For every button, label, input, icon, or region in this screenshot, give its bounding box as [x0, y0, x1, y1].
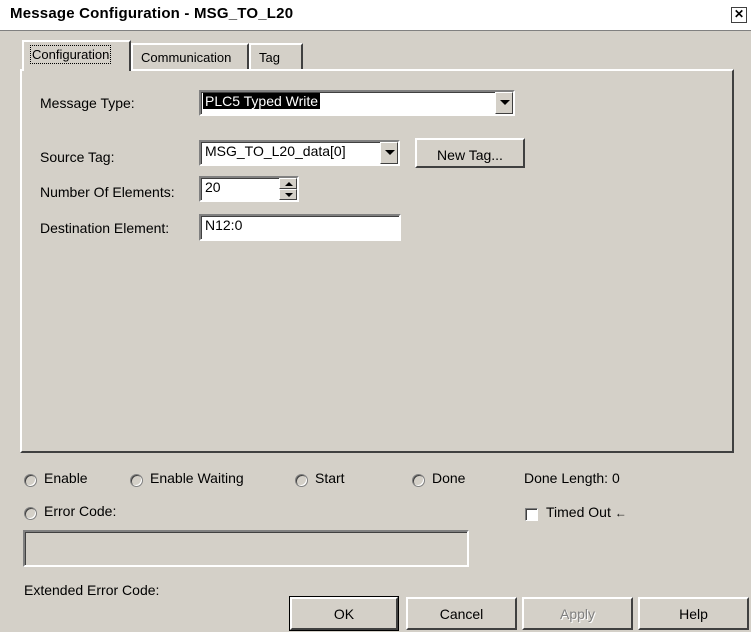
configuration-panel — [20, 69, 734, 453]
apply-button[interactable]: Apply — [522, 597, 633, 630]
help-button-label: Help — [679, 606, 708, 622]
spin-up-icon[interactable] — [279, 178, 297, 189]
destination-element-label: Destination Element: — [40, 220, 170, 236]
close-button[interactable]: ✕ — [731, 7, 747, 23]
done-label: Done — [432, 470, 466, 486]
spin-control[interactable] — [279, 178, 297, 200]
help-button[interactable]: Help — [638, 597, 749, 630]
start-indicator-icon — [295, 474, 308, 487]
arrow-left-icon: ← — [614, 506, 627, 520]
destination-element-field[interactable]: N12:0 — [199, 214, 401, 241]
cancel-button-label: Cancel — [439, 606, 484, 622]
error-code-indicator-icon — [24, 507, 37, 520]
tab-configuration-label: Configuration — [29, 45, 112, 64]
error-code-label: Error Code: — [44, 503, 117, 519]
number-of-elements-value: 20 — [205, 179, 221, 195]
source-tag-label: Source Tag: — [40, 149, 115, 165]
tab-configuration[interactable]: Configuration — [22, 40, 131, 71]
enable-label: Enable — [44, 470, 88, 486]
enable-indicator-icon — [24, 474, 37, 487]
title-bar: Message Configuration - MSG_TO_L20 ✕ — [0, 0, 751, 31]
enable-waiting-indicator-icon — [130, 474, 143, 487]
error-text-box — [23, 530, 469, 567]
tab-communication-label: Communication — [141, 50, 232, 65]
dropdown-arrow-icon[interactable] — [380, 142, 398, 164]
message-type-value: PLC5 Typed Write — [203, 93, 321, 109]
done-length-label: Done Length: 0 — [524, 470, 620, 486]
window-title: Message Configuration - MSG_TO_L20 — [10, 5, 294, 22]
apply-button-label: Apply — [559, 606, 596, 622]
tab-tag-label: Tag — [259, 50, 280, 65]
ok-button-label: OK — [333, 606, 355, 622]
start-label: Start — [315, 470, 345, 486]
close-icon: ✕ — [733, 7, 745, 21]
extended-error-code-label: Extended Error Code: — [24, 582, 160, 598]
tab-tag[interactable]: Tag — [249, 43, 303, 69]
timed-out-label: Timed Out ← — [546, 504, 627, 520]
done-indicator-icon — [412, 474, 425, 487]
enable-waiting-label: Enable Waiting — [150, 470, 244, 486]
message-type-label: Message Type: — [40, 95, 135, 111]
tab-communication[interactable]: Communication — [131, 43, 249, 69]
dropdown-arrow-icon[interactable] — [495, 92, 513, 114]
source-tag-value: MSG_TO_L20_data[0] — [205, 143, 346, 159]
number-of-elements-stepper[interactable]: 20 — [199, 176, 299, 202]
new-tag-button[interactable]: New Tag... — [415, 138, 525, 168]
spin-down-icon[interactable] — [279, 189, 297, 200]
message-type-dropdown[interactable]: PLC5 Typed Write — [199, 90, 515, 116]
new-tag-button-label: New Tag... — [437, 147, 503, 163]
number-of-elements-label: Number Of Elements: — [40, 184, 175, 200]
timed-out-checkbox — [525, 508, 538, 521]
source-tag-dropdown[interactable]: MSG_TO_L20_data[0] — [199, 140, 400, 166]
cancel-button[interactable]: Cancel — [406, 597, 517, 630]
destination-element-value: N12:0 — [205, 217, 243, 233]
ok-button[interactable]: OK — [289, 596, 399, 631]
